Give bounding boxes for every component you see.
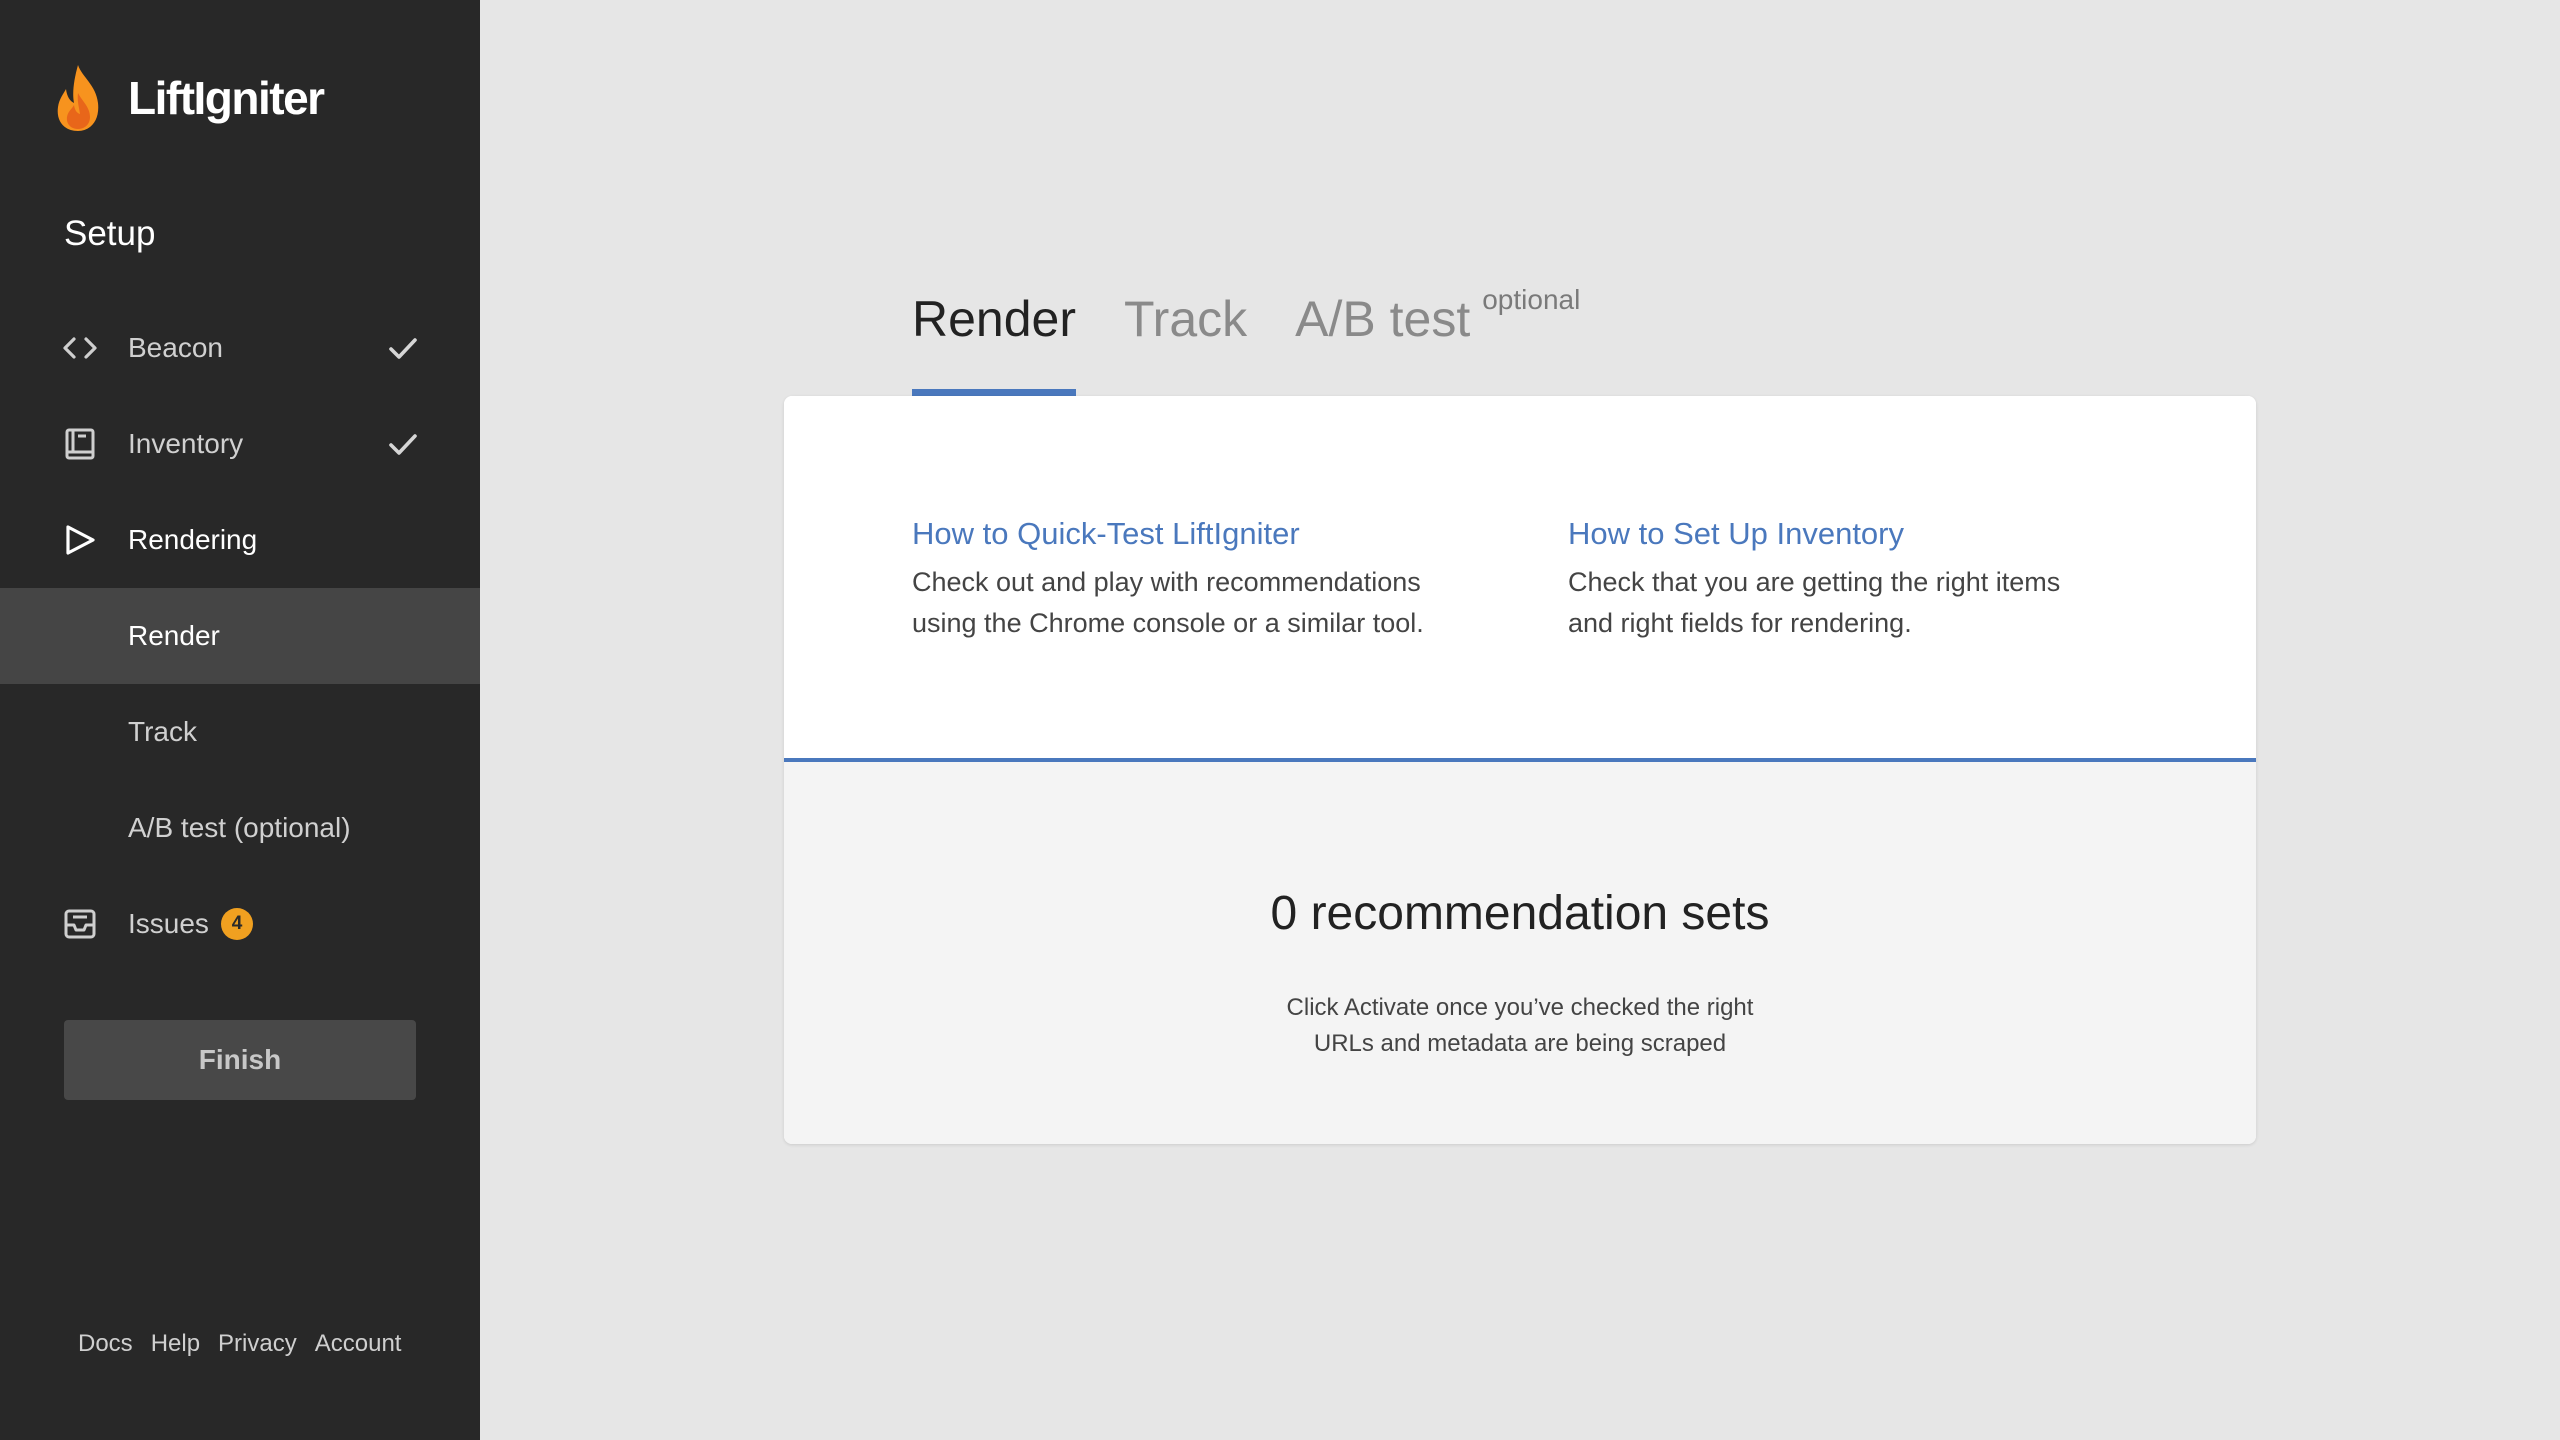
recommendation-section	[784, 762, 2256, 1144]
checkmark-icon	[386, 331, 420, 365]
sidebar: LiftIgniter Setup Beacon Inventory Rende…	[0, 0, 480, 1440]
sidebar-subitem-track[interactable]: Track	[0, 684, 480, 780]
sidebar-item-issues[interactable]: Issues 4	[0, 876, 480, 972]
help-description-line: using the Chrome console or a similar to…	[912, 608, 1424, 638]
sidebar-item-label: A/B test (optional)	[128, 812, 351, 843]
help-item-inventory: How to Set Up Inventory Check that you a…	[1568, 516, 2128, 644]
sidebar-item-rendering[interactable]: Rendering	[0, 492, 480, 588]
tab-render[interactable]: Render	[912, 290, 1076, 396]
code-brackets-icon	[62, 330, 98, 366]
help-section: How to Quick-Test LiftIgniter Check out …	[784, 396, 2256, 760]
sidebar-item-label: Render	[128, 620, 220, 651]
tab-label: Track	[1124, 291, 1248, 347]
inbox-icon	[62, 906, 98, 942]
brand-name: LiftIgniter	[128, 72, 325, 124]
sidebar-item-label: Beacon	[128, 332, 223, 363]
play-outline-icon	[62, 522, 98, 558]
tab-track[interactable]: Track	[1124, 290, 1247, 396]
help-description-line: Check that you are getting the right ite…	[1568, 567, 2061, 597]
sidebar-item-inventory[interactable]: Inventory	[0, 396, 480, 492]
flame-icon	[52, 63, 104, 133]
tab-bar: Render Track A/B test optional	[912, 284, 1628, 396]
activate-instruction: Click Activate once you’ve checked the r…	[784, 990, 2256, 1062]
footer-link-privacy[interactable]: Privacy	[218, 1330, 297, 1358]
issues-count-badge: 4	[221, 908, 253, 940]
footer-link-docs[interactable]: Docs	[78, 1330, 133, 1358]
book-icon	[62, 426, 98, 462]
instruction-line: URLs and metadata are being scraped	[1313, 1030, 1727, 1057]
quick-test-link[interactable]: How to Quick-Test LiftIgniter	[912, 516, 1472, 552]
tab-label: A/B test	[1295, 291, 1471, 347]
footer-links: Docs Help Privacy Account	[78, 1330, 401, 1358]
sidebar-subitem-ab-test[interactable]: A/B test (optional)	[0, 780, 480, 876]
sidebar-item-label: Inventory	[128, 428, 244, 459]
instruction-line: Click Activate once you’ve checked the r…	[1286, 994, 1754, 1021]
help-description-line: Check out and play with recommendations	[912, 567, 1421, 597]
help-item-quick-test: How to Quick-Test LiftIgniter Check out …	[912, 516, 1472, 644]
footer-link-account[interactable]: Account	[315, 1330, 402, 1358]
help-description-line: and right fields for rendering.	[1568, 608, 1912, 638]
render-card: How to Quick-Test LiftIgniter Check out …	[784, 396, 2256, 1144]
tab-label: Render	[912, 291, 1076, 347]
footer-link-help[interactable]: Help	[151, 1330, 200, 1358]
sidebar-subitem-render[interactable]: Render	[0, 588, 480, 684]
setup-inventory-link[interactable]: How to Set Up Inventory	[1568, 516, 2128, 552]
section-title: Setup	[64, 214, 156, 253]
sidebar-item-label: Rendering	[128, 524, 258, 555]
tab-optional-suffix: optional	[1482, 284, 1581, 315]
tab-ab-test[interactable]: A/B test optional	[1295, 284, 1580, 396]
sidebar-item-beacon[interactable]: Beacon	[0, 300, 480, 396]
sidebar-item-label: Issues	[128, 908, 209, 939]
help-description: Check that you are getting the right ite…	[1568, 562, 2128, 644]
checkmark-icon	[386, 427, 420, 461]
sidebar-item-label: Track	[128, 716, 197, 747]
recommendation-count: 0 recommendation sets	[1270, 887, 1770, 940]
finish-button[interactable]: Finish	[64, 1020, 416, 1100]
help-description: Check out and play with recommendations …	[912, 562, 1472, 644]
brand-logo[interactable]: LiftIgniter	[52, 62, 325, 134]
